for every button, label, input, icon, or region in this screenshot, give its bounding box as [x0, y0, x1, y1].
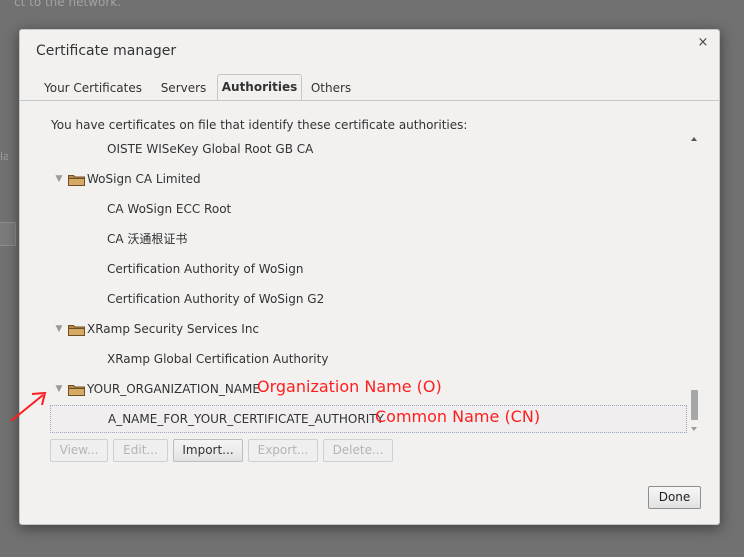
tab-servers[interactable]: Servers — [156, 76, 211, 100]
view-button[interactable]: View... — [50, 439, 108, 462]
tree-row-cert[interactable]: Certification Authority of WoSign G2 — [50, 285, 687, 313]
tree-row-cert[interactable]: CA WoSign ECC Root — [50, 195, 687, 223]
cert-label: CA WoSign ECC Root — [107, 202, 232, 216]
triangle-down-icon[interactable]: ▼ — [54, 165, 64, 193]
intro-text: You have certificates on file that ident… — [51, 118, 468, 132]
close-icon[interactable]: × — [695, 35, 711, 51]
red-arrow-icon — [10, 391, 47, 422]
tab-your-certificates[interactable]: Your Certificates — [38, 76, 148, 100]
export-button[interactable]: Export... — [248, 439, 318, 462]
scroll-down-arrow-icon[interactable] — [691, 427, 697, 431]
background-text: ct to the network. — [14, 0, 122, 9]
tree-row-org[interactable]: ▼ WoSign CA Limited — [50, 165, 687, 193]
scroll-thumb[interactable] — [691, 390, 698, 420]
folder-icon — [68, 325, 85, 336]
cert-label: A_NAME_FOR_YOUR_CERTIFICATE_AUTHORITY — [108, 412, 384, 426]
tree-row-cert[interactable]: OISTE WISeKey Global Root GB CA — [50, 135, 687, 163]
certificate-manager-dialog: Certificate manager × Your Certificates … — [19, 29, 720, 525]
org-label: XRamp Security Services Inc — [87, 322, 260, 336]
annotation-organization-name: Organization Name (O) — [257, 377, 442, 396]
cert-label: OISTE WISeKey Global Root GB CA — [107, 142, 314, 156]
triangle-down-icon[interactable]: ▼ — [54, 315, 64, 343]
tab-authorities[interactable]: Authorities — [217, 74, 302, 100]
cert-label: Certification Authority of WoSign G2 — [107, 292, 325, 306]
triangle-down-icon[interactable]: ▼ — [54, 375, 64, 403]
background-fragment: lan — [0, 150, 8, 163]
folder-icon — [68, 385, 85, 396]
tree-row-cert[interactable]: Certification Authority of WoSign — [50, 255, 687, 283]
tab-others[interactable]: Others — [306, 76, 356, 100]
done-button[interactable]: Done — [648, 486, 701, 509]
tree-row-cert[interactable]: CA 沃通根证书 — [50, 225, 687, 253]
tree-row-cert[interactable]: XRamp Global Certification Authority — [50, 345, 687, 373]
org-label: YOUR_ORGANIZATION_NAME — [87, 382, 260, 396]
cert-label: Certification Authority of WoSign — [107, 262, 304, 276]
folder-icon — [68, 175, 85, 186]
cert-label: XRamp Global Certification Authority — [107, 352, 329, 366]
org-label: WoSign CA Limited — [87, 172, 201, 186]
tab-bar: Your Certificates Servers Authorities Ot… — [20, 74, 719, 101]
annotation-common-name: Common Name (CN) — [375, 407, 541, 426]
cert-label: CA 沃通根证书 — [107, 232, 188, 246]
import-button[interactable]: Import... — [173, 439, 243, 462]
tree-scrollbar[interactable] — [689, 135, 701, 435]
scroll-up-arrow-icon[interactable] — [691, 137, 697, 141]
edit-button[interactable]: Edit... — [113, 439, 168, 462]
dialog-title: Certificate manager — [36, 43, 177, 59]
tree-row-org[interactable]: ▼ XRamp Security Services Inc — [50, 315, 687, 343]
delete-button[interactable]: Delete... — [323, 439, 393, 462]
tree-row-cert-selected[interactable]: A_NAME_FOR_YOUR_CERTIFICATE_AUTHORITY — [50, 405, 687, 433]
background-input — [0, 222, 16, 246]
